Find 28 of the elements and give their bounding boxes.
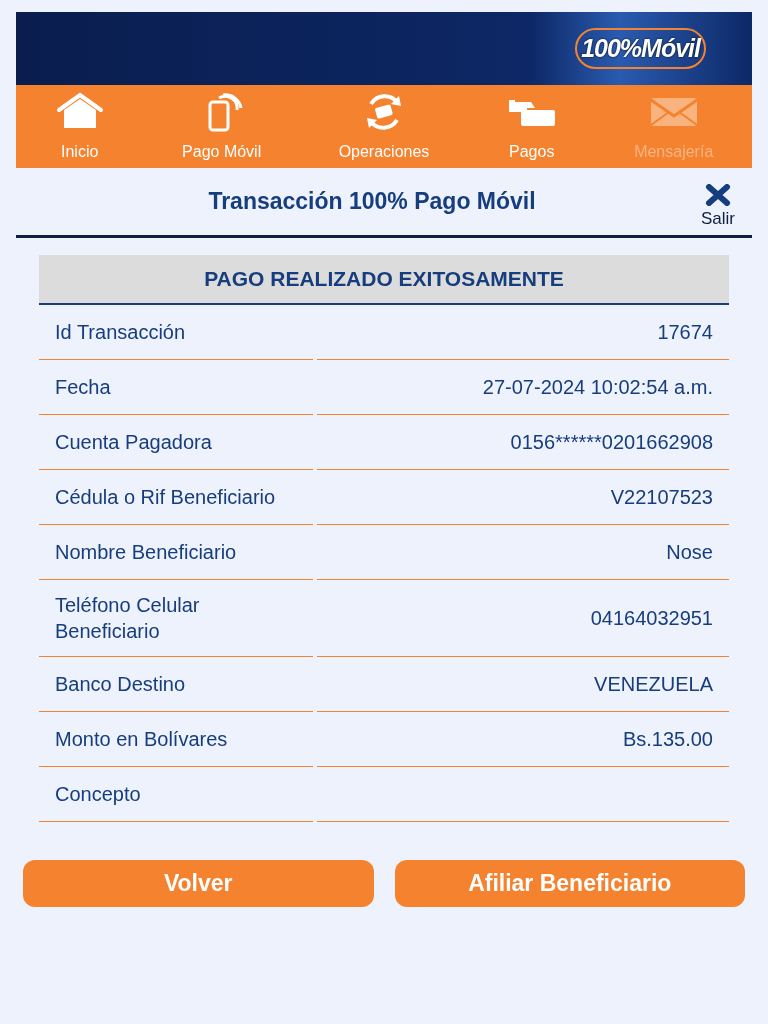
field-value: Bs.135.00 — [622, 727, 713, 752]
field-label: Concepto — [39, 767, 313, 822]
exit-button[interactable]: Salir — [688, 183, 748, 232]
nav-item[interactable]: Inicio — [54, 92, 105, 164]
field-label: Banco Destino — [39, 657, 313, 712]
field-value: 0156******0201662908 — [510, 430, 713, 455]
field-label: Fecha — [39, 360, 313, 415]
table-heading: PAGO REALIZADO EXITOSAMENTE — [39, 255, 729, 305]
field-value: Nose — [666, 540, 713, 565]
close-icon — [705, 183, 731, 206]
nav-item[interactable]: Pago Móvil — [182, 92, 262, 164]
logo: 100%Móvil — [575, 27, 706, 70]
field-label: Id Transacción — [39, 305, 313, 360]
field-value: 27-07-2024 10:02:54 a.m. — [482, 375, 713, 400]
nav-item[interactable]: Operaciones — [338, 92, 430, 164]
field-label: Cuenta Pagadora — [39, 415, 313, 470]
field-label: Nombre Beneficiario — [39, 525, 313, 580]
action-button[interactable]: Volver — [23, 860, 374, 907]
field-value: 17674 — [657, 320, 713, 345]
field-label: Teléfono Celular Beneficiario — [39, 580, 313, 657]
action-button[interactable]: Afiliar Beneficiario — [394, 860, 745, 907]
nav-item[interactable]: Pagos — [506, 92, 557, 164]
page-title: Transacción 100% Pago Móvil — [207, 187, 537, 217]
field-label: Monto en Bolívares — [39, 712, 313, 767]
field-label: Cédula o Rif Beneficiario — [39, 470, 313, 525]
field-value: VENEZUELA — [594, 672, 713, 697]
field-value: 04164032951 — [590, 606, 713, 631]
field-value: V22107523 — [610, 485, 713, 510]
